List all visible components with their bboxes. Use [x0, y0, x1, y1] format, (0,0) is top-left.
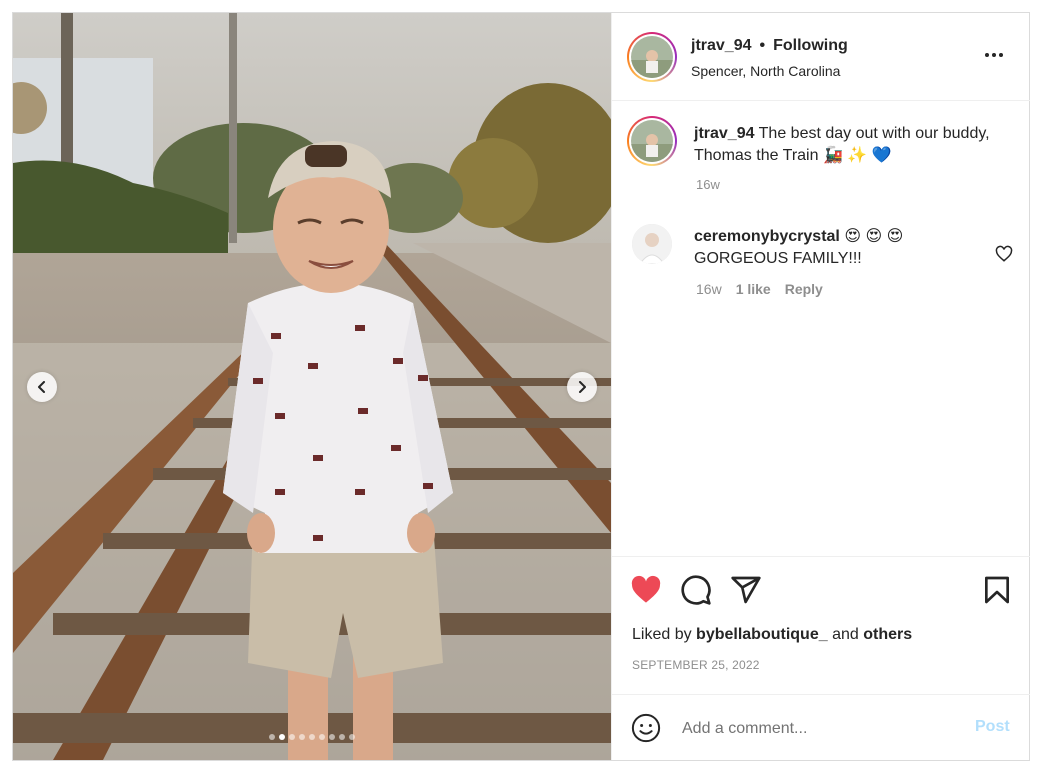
- comment-item: ceremonybycrystal 😍 😍 😍 GORGEOUS FAMILY!…: [612, 221, 1030, 311]
- carousel-dot: [309, 734, 315, 740]
- liked-by-others[interactable]: others: [863, 626, 912, 643]
- comment-body: ceremonybycrystal 😍 😍 😍 GORGEOUS FAMILY!…: [694, 226, 984, 270]
- previous-photo-button[interactable]: [27, 372, 57, 402]
- caption-author-avatar[interactable]: [627, 116, 677, 166]
- add-comment-bar: Post: [612, 694, 1030, 760]
- carousel-dot: [349, 734, 355, 740]
- emoji-icon[interactable]: [631, 713, 661, 743]
- comment-likes-count[interactable]: 1 like: [736, 281, 771, 297]
- header-separator: •: [759, 37, 766, 54]
- comment-input[interactable]: [682, 715, 962, 743]
- post-photo[interactable]: [13, 13, 611, 760]
- post-actions-bar: [612, 556, 1030, 694]
- post-dialog: jtrav_94 • Following Spencer, North Caro…: [12, 12, 1030, 761]
- comment-timestamp[interactable]: 16w: [696, 281, 722, 297]
- commenter-avatar[interactable]: [632, 224, 672, 264]
- chevron-right-icon: [579, 381, 586, 393]
- carousel-dot: [299, 734, 305, 740]
- post-comment-button[interactable]: Post: [975, 718, 1010, 736]
- bookmark-icon[interactable]: [981, 574, 1013, 606]
- post-date[interactable]: SEPTEMBER 25, 2022: [632, 658, 760, 672]
- comment-like-heart-icon[interactable]: [995, 245, 1013, 263]
- likes-connector: and: [832, 626, 859, 643]
- post-side-panel: jtrav_94 • Following Spencer, North Caro…: [611, 13, 1030, 760]
- carousel-indicator: [13, 734, 611, 740]
- next-photo-button[interactable]: [567, 372, 597, 402]
- caption-text-block: jtrav_94 The best day out with our buddy…: [694, 123, 994, 167]
- avatar-image: [632, 224, 672, 264]
- carousel-dot: [319, 734, 325, 740]
- comment-emojis: 😍 😍 😍: [844, 228, 904, 245]
- chevron-left-icon: [38, 381, 45, 393]
- caption-timestamp[interactable]: 16w: [696, 177, 720, 192]
- author-username[interactable]: jtrav_94: [691, 37, 752, 55]
- caption-username[interactable]: jtrav_94: [694, 125, 755, 142]
- photo-scene: [13, 13, 611, 760]
- comment-reply-button[interactable]: Reply: [785, 281, 823, 297]
- likes-summary: Liked by bybellaboutique_ and others: [632, 626, 912, 644]
- carousel-dot: [279, 734, 285, 740]
- avatar-image: [631, 36, 673, 78]
- avatar-image: [631, 120, 673, 162]
- author-avatar[interactable]: [627, 32, 677, 82]
- carousel-dot: [269, 734, 275, 740]
- carousel-dot: [289, 734, 295, 740]
- more-horizontal-icon: [985, 53, 989, 57]
- comment-text: GORGEOUS FAMILY!!!: [694, 250, 862, 267]
- liked-by-user[interactable]: bybellaboutique_: [696, 626, 828, 643]
- post-location[interactable]: Spencer, North Carolina: [691, 63, 840, 79]
- following-button[interactable]: Following: [773, 37, 848, 55]
- likes-prefix: Liked by: [632, 626, 692, 643]
- carousel-dot: [329, 734, 335, 740]
- heart-filled-icon[interactable]: [630, 574, 662, 606]
- post-header: jtrav_94 • Following Spencer, North Caro…: [612, 13, 1030, 101]
- more-options-button[interactable]: [976, 43, 1012, 67]
- carousel-dot: [339, 734, 345, 740]
- comment-meta: 16w 1 like Reply: [696, 281, 823, 297]
- comment-icon[interactable]: [680, 574, 712, 606]
- share-icon[interactable]: [730, 574, 762, 606]
- comment-username[interactable]: ceremonybycrystal: [694, 228, 840, 245]
